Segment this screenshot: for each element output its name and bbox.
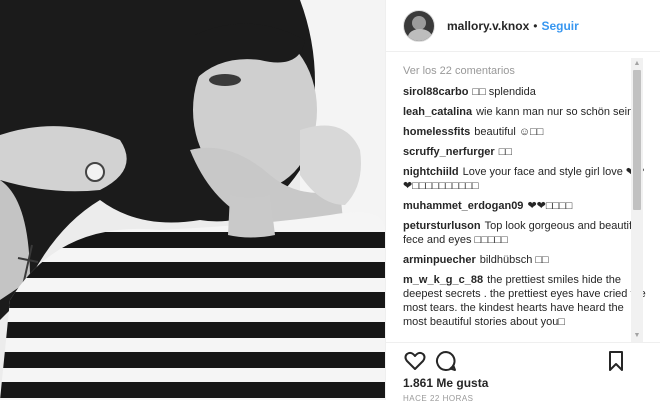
comment-text: bildhübsch □□: [479, 254, 549, 266]
post-header: mallory.v.knox • Seguir: [386, 0, 660, 52]
comment-text: □□: [498, 146, 512, 158]
comment-button[interactable]: [434, 349, 458, 373]
scroll-up-arrow-icon[interactable]: ▲: [631, 58, 643, 70]
comment-username[interactable]: arminpuecher: [403, 254, 476, 266]
post-timestamp: HACE 22 HORAS: [403, 394, 474, 403]
comment-username[interactable]: homelessfits: [403, 126, 470, 138]
post-username[interactable]: mallory.v.knox: [447, 19, 529, 33]
comment-item: muhammet_erdogan09 ❤❤□□□□: [403, 199, 646, 213]
comments-scrollbar[interactable]: ▲ ▼: [631, 58, 643, 342]
comment-username[interactable]: muhammet_erdogan09: [403, 200, 523, 212]
comment-username[interactable]: sirol88carbo: [403, 86, 468, 98]
comment-username[interactable]: nightchiild: [403, 166, 459, 178]
comment-text: beautiful ☺□□: [474, 126, 544, 138]
comment-item: scruffy_nerfurger □□: [403, 145, 646, 159]
comment-username[interactable]: petursturluson: [403, 220, 481, 232]
comment-item: petursturluson Top look gorgeous and beau…: [403, 219, 646, 247]
likes-count[interactable]: 1.861 Me gusta: [403, 376, 488, 390]
follow-button[interactable]: Seguir: [541, 19, 578, 33]
comment-username[interactable]: leah_catalina: [403, 106, 472, 118]
comment-item: homelessfits beautiful ☺□□: [403, 125, 646, 139]
comment-text: wie kann man nur so schön sein ?: [476, 106, 643, 118]
comments-list[interactable]: Ver los 22 comentarios sirol88carbo □□ sp…: [386, 58, 646, 340]
comment-username[interactable]: m_w_k_g_c_88: [403, 274, 483, 286]
scroll-down-arrow-icon[interactable]: ▼: [631, 330, 643, 342]
post-side-panel: mallory.v.knox • Seguir Ver los 22 comen…: [385, 0, 660, 403]
comment-item: sirol88carbo □□ splendida: [403, 85, 646, 99]
separator-dot: •: [533, 18, 538, 33]
comment-item: leah_catalina wie kann man nur so schön s…: [403, 105, 646, 119]
post-photo[interactable]: [0, 0, 385, 400]
comment-item: m_w_k_g_c_88 the prettiest smiles hide th…: [403, 273, 646, 329]
comment-text: □□ splendida: [472, 86, 536, 98]
comment-username[interactable]: scruffy_nerfurger: [403, 146, 495, 158]
comment-item: arminpuecher bildhübsch □□: [403, 253, 646, 267]
avatar[interactable]: [403, 9, 435, 42]
scrollbar-thumb[interactable]: [633, 70, 641, 210]
heart-icon: [404, 351, 426, 370]
like-button[interactable]: [403, 349, 427, 373]
bookmark-icon: [609, 351, 623, 371]
comment-icon: [436, 351, 456, 371]
comment-text: ❤❤□□□□: [527, 200, 573, 212]
post-actions: [386, 342, 660, 377]
comment-item: nightchiild Love your face and style girl…: [403, 165, 646, 193]
view-all-comments-link[interactable]: Ver los 22 comentarios: [403, 65, 646, 77]
photo-image: [0, 0, 385, 400]
save-button[interactable]: [604, 349, 628, 373]
